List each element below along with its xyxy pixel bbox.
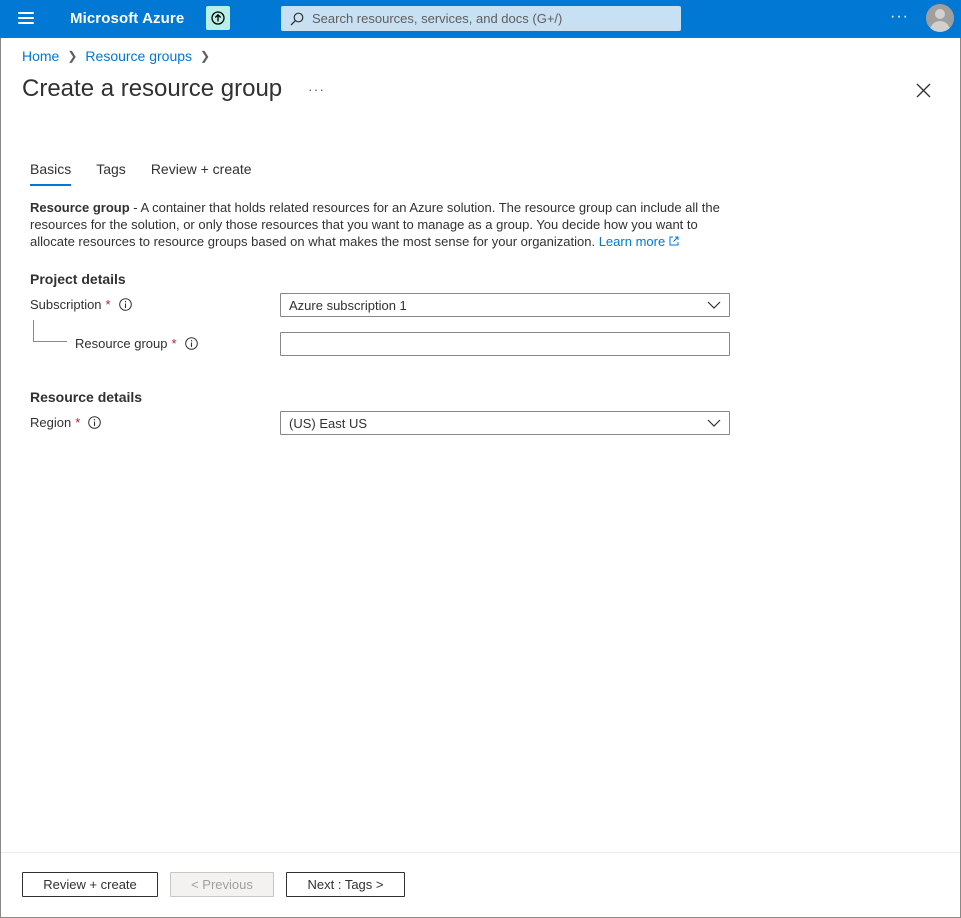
tab-tags[interactable]: Tags — [96, 161, 126, 186]
search-box[interactable] — [281, 6, 681, 31]
search-input[interactable] — [312, 11, 672, 26]
tab-basics[interactable]: Basics — [30, 161, 72, 186]
page-title: Create a resource group — [22, 75, 283, 102]
resource-group-description: Resource group - A container that holds … — [30, 199, 730, 250]
project-details-heading: Project details — [30, 271, 126, 287]
tree-connector — [33, 320, 34, 341]
previous-button[interactable]: < Previous — [170, 872, 274, 897]
resource-group-input[interactable] — [280, 332, 730, 356]
required-marker: * — [75, 415, 81, 430]
upgrade-icon[interactable] — [206, 6, 230, 30]
next-tags-button[interactable]: Next : Tags > — [286, 872, 405, 897]
external-link-icon — [669, 236, 679, 246]
subscription-dropdown[interactable]: Azure subscription 1 — [280, 293, 730, 317]
region-value: (US) East US — [289, 415, 368, 431]
tab-bar: Basics Tags Review + create — [30, 161, 277, 186]
portal-frame — [0, 0, 961, 918]
more-options-icon[interactable]: ··· — [308, 81, 325, 97]
region-dropdown[interactable]: (US) East US — [280, 411, 730, 435]
more-options-icon[interactable]: ··· — [890, 8, 909, 26]
tab-review-create[interactable]: Review + create — [151, 161, 252, 186]
description-term: Resource group — [30, 200, 130, 215]
footer-divider — [1, 852, 960, 853]
review-create-button[interactable]: Review + create — [22, 872, 158, 897]
chevron-right-icon: ❯ — [200, 49, 211, 63]
chevron-down-icon — [707, 301, 721, 309]
breadcrumb: Home ❯ Resource groups ❯ — [22, 48, 218, 64]
tree-connector — [33, 341, 67, 342]
search-icon — [290, 12, 304, 25]
subscription-label: Subscription * — [30, 297, 132, 312]
required-marker: * — [171, 336, 177, 351]
info-icon[interactable] — [184, 337, 198, 350]
learn-more-link[interactable]: Learn more — [599, 234, 679, 249]
breadcrumb-home[interactable]: Home — [22, 48, 59, 64]
required-marker: * — [105, 297, 111, 312]
brand-name[interactable]: Microsoft Azure — [70, 10, 184, 27]
resource-details-heading: Resource details — [30, 389, 143, 405]
resource-group-label: Resource group * — [75, 336, 198, 351]
breadcrumb-resource-groups[interactable]: Resource groups — [85, 48, 192, 64]
avatar[interactable] — [926, 4, 954, 32]
info-icon[interactable] — [118, 298, 132, 311]
chevron-down-icon — [707, 419, 721, 427]
close-icon[interactable] — [915, 82, 932, 99]
chevron-right-icon: ❯ — [67, 49, 78, 63]
subscription-value: Azure subscription 1 — [289, 297, 407, 313]
info-icon[interactable] — [88, 416, 102, 429]
top-bar: Microsoft Azure ··· — [0, 0, 961, 38]
region-label: Region * — [30, 415, 102, 430]
menu-icon[interactable] — [18, 12, 34, 26]
